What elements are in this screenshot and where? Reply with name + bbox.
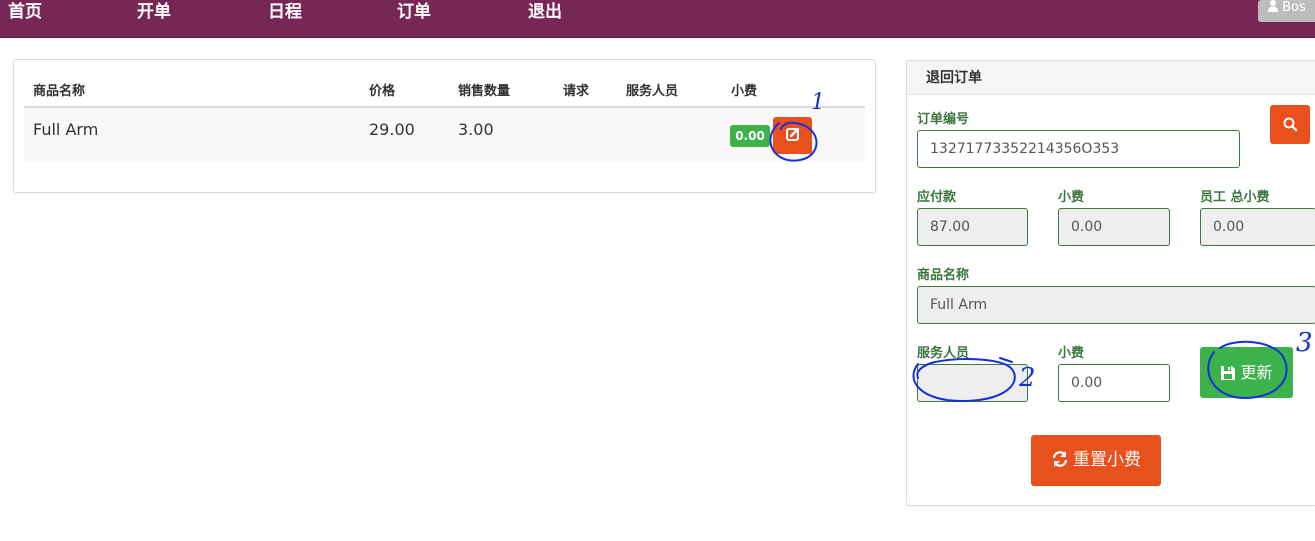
tip-field: 0.00 <box>1058 208 1170 246</box>
order-items-panel: 商品名称 价格 销售数量 请求 服务人员 小费 Full Arm 29.00 3… <box>13 59 876 193</box>
top-nav: 首页 开单 日程 订单 退出 Bos <box>0 0 1315 38</box>
return-order-panel: 退回订单 订单编号 13271773352214356O353 应付款 87.0… <box>906 60 1315 506</box>
user-menu-button[interactable]: Bos <box>1258 0 1315 22</box>
staff-total-tip-label: 员工 总小费 <box>1200 190 1270 205</box>
tip-input-label: 小费 <box>1058 346 1085 361</box>
col-header-tip: 小费 <box>731 84 758 99</box>
search-icon <box>1283 117 1298 132</box>
nav-item-schedule[interactable]: 日程 <box>268 0 302 24</box>
nav-item-home[interactable]: 首页 <box>8 0 42 24</box>
nav-item-orders[interactable]: 订单 <box>397 0 431 24</box>
nav-item-logout[interactable]: 退出 <box>528 0 562 24</box>
order-number-input[interactable]: 13271773352214356O353 <box>917 130 1240 168</box>
update-label: 更新 <box>1240 363 1273 382</box>
tip-input[interactable]: 0.00 <box>1058 364 1170 402</box>
cell-price: 29.00 <box>369 120 415 139</box>
cell-product-name: Full Arm <box>33 120 99 139</box>
product-name-label: 商品名称 <box>917 268 970 283</box>
search-button[interactable] <box>1270 105 1310 144</box>
col-header-request: 请求 <box>563 84 590 99</box>
amount-due-field: 87.00 <box>917 208 1028 246</box>
cell-quantity: 3.00 <box>458 120 494 139</box>
amount-due-label: 应付款 <box>917 190 957 205</box>
reset-tip-label: 重置小费 <box>1073 450 1141 470</box>
order-number-label: 订单编号 <box>917 112 970 127</box>
tip-label: 小费 <box>1058 190 1085 205</box>
refresh-icon <box>1052 451 1068 467</box>
col-header-price: 价格 <box>369 84 396 99</box>
staff-total-tip-field: 0.00 <box>1200 208 1315 246</box>
col-header-staff: 服务人员 <box>626 84 679 99</box>
user-name: Bos <box>1282 0 1306 15</box>
user-icon <box>1268 0 1278 12</box>
update-button[interactable]: 更新 <box>1200 347 1293 398</box>
nav-item-new-order[interactable]: 开单 <box>137 0 171 24</box>
tip-badge: 0.00 <box>730 125 770 147</box>
col-header-quantity: 销售数量 <box>458 84 511 99</box>
reset-tip-button[interactable]: 重置小费 <box>1031 435 1161 486</box>
staff-label: 服务人员 <box>917 346 970 361</box>
panel-title: 退回订单 <box>907 61 1315 95</box>
edit-icon <box>786 127 800 141</box>
product-name-field: Full Arm <box>917 286 1315 324</box>
save-icon <box>1221 366 1236 380</box>
edit-item-button[interactable] <box>773 117 812 154</box>
col-header-product: 商品名称 <box>33 84 86 99</box>
staff-select[interactable] <box>917 364 1028 402</box>
